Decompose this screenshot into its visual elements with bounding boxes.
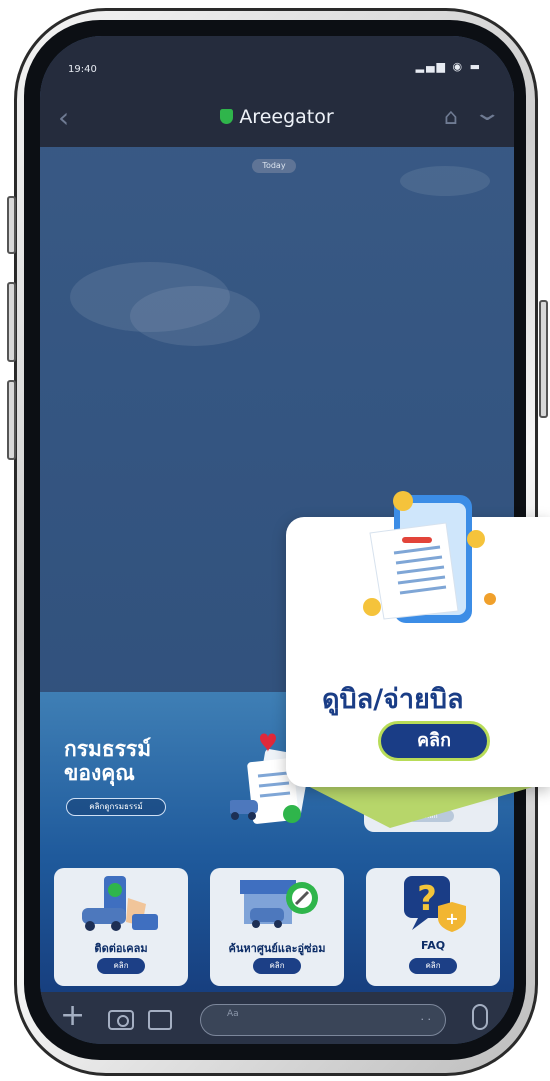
svg-text:?: ? bbox=[417, 879, 437, 919]
chat-header: ‹ Areegator ⌂ ⌄ bbox=[40, 91, 514, 147]
background-cloud bbox=[130, 286, 260, 346]
chat-title-text: Areegator bbox=[239, 106, 334, 128]
message-input-placeholder: Aa bbox=[227, 1009, 239, 1019]
popup-pointer bbox=[300, 782, 550, 828]
status-bar: 19:40 ▂▄▆ ◉ ▬ bbox=[40, 36, 514, 91]
contact-claim-label: ติดต่อเคลม bbox=[94, 942, 148, 955]
find-garage-button[interactable]: คลิก bbox=[253, 958, 301, 974]
faq-question-icon: ? + bbox=[404, 876, 466, 932]
policy-heading-line1: กรมธรรม์ bbox=[64, 737, 152, 761]
chevron-down-icon[interactable]: ⌄ bbox=[472, 101, 502, 126]
policy-heading-line2: ของคุณ bbox=[64, 761, 135, 785]
emoji-icon[interactable]: · · bbox=[421, 1013, 432, 1026]
background-cloud bbox=[400, 166, 490, 196]
message-input-bar: + Aa · · bbox=[40, 992, 514, 1044]
bill-phone-illustration bbox=[363, 491, 496, 623]
microphone-icon[interactable] bbox=[472, 1004, 488, 1030]
popup-title: ดูบิล/จ่ายบิล bbox=[322, 684, 464, 715]
contact-claim-button[interactable]: คลิก bbox=[97, 958, 145, 974]
faq-card[interactable]: ? + FAQ คลิก bbox=[366, 868, 500, 986]
garage-illustration bbox=[240, 880, 318, 928]
volume-up-button bbox=[7, 282, 16, 362]
power-button bbox=[539, 300, 548, 418]
image-icon[interactable] bbox=[148, 1010, 172, 1030]
camera-icon[interactable] bbox=[108, 1010, 134, 1030]
contact-claim-card[interactable]: ติดต่อเคลม คลิก bbox=[54, 868, 188, 986]
chat-title: Areegator bbox=[40, 106, 514, 128]
date-pill: Today bbox=[252, 159, 296, 173]
status-icons: ▂▄▆ ◉ ▬ bbox=[415, 60, 482, 73]
side-button bbox=[7, 196, 16, 254]
verified-shield-icon bbox=[220, 109, 234, 124]
message-input[interactable]: Aa · · bbox=[200, 1004, 446, 1036]
volume-down-button bbox=[7, 380, 16, 460]
popup-click-button[interactable]: คลิก bbox=[378, 721, 490, 761]
plus-icon[interactable]: + bbox=[60, 998, 85, 1033]
svg-text:+: + bbox=[445, 909, 458, 928]
status-time: 19:40 bbox=[68, 64, 97, 75]
pay-bill-popup[interactable]: ดูบิล/จ่ายบิล คลิก bbox=[286, 491, 550, 787]
home-icon[interactable]: ⌂ bbox=[444, 105, 458, 130]
policy-heading[interactable]: กรมธรรม์ ของคุณ bbox=[64, 737, 151, 785]
claim-illustration bbox=[82, 876, 158, 931]
stage: 19:40 ▂▄▆ ◉ ▬ ‹ Areegator ⌂ ⌄ Today กรมธ… bbox=[0, 0, 550, 1081]
faq-label: FAQ bbox=[420, 939, 446, 952]
find-garage-label: ค้นหาศูนย์และอู่ซ่อม bbox=[228, 942, 326, 955]
faq-button[interactable]: คลิก bbox=[409, 958, 457, 974]
view-policy-button[interactable]: คลิกดูกรมธรรม์ bbox=[66, 798, 166, 816]
find-garage-card[interactable]: ค้นหาศูนย์และอู่ซ่อม คลิก bbox=[210, 868, 344, 986]
